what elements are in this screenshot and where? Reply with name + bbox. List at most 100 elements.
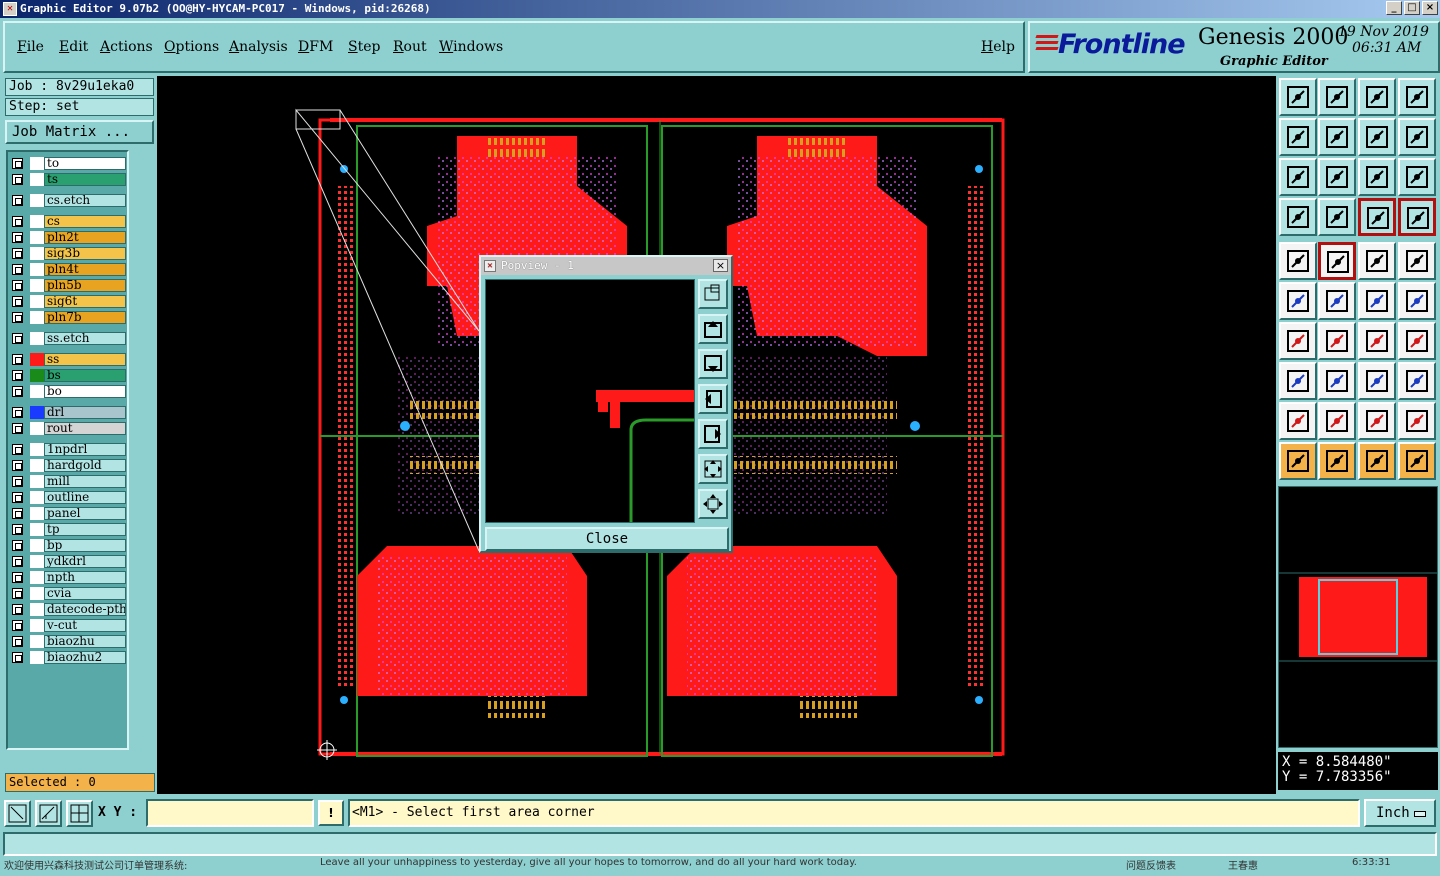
- layer-checkbox[interactable]: [12, 216, 23, 227]
- layer-name[interactable]: rout: [44, 422, 126, 435]
- layer-row[interactable]: cs: [9, 214, 127, 229]
- popview-pan-right-button[interactable]: [698, 419, 728, 449]
- snap-tool[interactable]: [1358, 198, 1396, 236]
- layer-row[interactable]: pln5b: [9, 278, 127, 293]
- menu-step[interactable]: Step: [348, 39, 380, 55]
- layer-checkbox[interactable]: [12, 636, 23, 647]
- popview-close-button[interactable]: Close: [485, 527, 729, 551]
- layer-name[interactable]: sig3b: [44, 247, 126, 260]
- layer-name[interactable]: outline: [44, 491, 126, 504]
- measure-button[interactable]: [35, 800, 62, 827]
- layer-name[interactable]: to: [44, 157, 126, 170]
- scale-tool[interactable]: [1358, 158, 1396, 196]
- layer-name[interactable]: pln7b: [44, 311, 126, 324]
- job-matrix-button[interactable]: Job Matrix ...: [5, 120, 154, 144]
- menu-rout[interactable]: Rout: [393, 39, 427, 55]
- layer-name[interactable]: bs: [44, 369, 126, 382]
- layer-checkbox[interactable]: [12, 264, 23, 275]
- slope-tool[interactable]: [1318, 322, 1356, 360]
- zoom-fit-tool[interactable]: [1318, 158, 1356, 196]
- add-pad-tool[interactable]: [1279, 242, 1317, 280]
- panel-view-tool[interactable]: [1398, 78, 1436, 116]
- layer-name[interactable]: bp: [44, 539, 126, 552]
- popview-pan-down-button[interactable]: [698, 349, 728, 379]
- layer-checkbox[interactable]: [12, 460, 23, 471]
- step-down-tool[interactable]: [1318, 78, 1356, 116]
- layer-prev-tool[interactable]: [1279, 118, 1317, 156]
- layer-row[interactable]: ss: [9, 352, 127, 367]
- move-node-tool[interactable]: [1358, 282, 1396, 320]
- layer-name[interactable]: panel: [44, 507, 126, 520]
- layer-row[interactable]: biaozhu2: [9, 650, 127, 665]
- menu-options[interactable]: Options: [164, 39, 219, 55]
- layer-checkbox[interactable]: [12, 195, 23, 206]
- layer-name[interactable]: biaozhu: [44, 635, 126, 648]
- layer-checkbox[interactable]: [12, 524, 23, 535]
- feature-tool[interactable]: [1398, 322, 1436, 360]
- status-feedback-link[interactable]: 问题反馈表: [1126, 858, 1176, 872]
- layer-row[interactable]: panel: [9, 506, 127, 521]
- layer-checkbox[interactable]: [12, 620, 23, 631]
- layer-checkbox[interactable]: [12, 556, 23, 567]
- layer-checkbox[interactable]: [12, 232, 23, 243]
- layer-name[interactable]: biaozhu2: [44, 651, 126, 664]
- layer-checkbox[interactable]: [12, 370, 23, 381]
- connect-tool[interactable]: [1279, 282, 1317, 320]
- maximize-button[interactable]: □: [1404, 1, 1420, 15]
- layer-row[interactable]: rout: [9, 421, 127, 436]
- layer-checkbox[interactable]: [12, 476, 23, 487]
- layer-name[interactable]: hardgold: [44, 459, 126, 472]
- layer-row[interactable]: to: [9, 156, 127, 171]
- grid-button[interactable]: [66, 800, 93, 827]
- layer-name[interactable]: ts: [44, 173, 126, 186]
- home-tool[interactable]: [1358, 78, 1396, 116]
- layer-checkbox[interactable]: [12, 423, 23, 434]
- layer-checkbox[interactable]: [12, 312, 23, 323]
- grid-tool[interactable]: [1318, 198, 1356, 236]
- layer-row[interactable]: bo: [9, 384, 127, 399]
- layer-row[interactable]: hardgold: [9, 458, 127, 473]
- angle-tool[interactable]: [1279, 322, 1317, 360]
- xy-input[interactable]: [146, 799, 314, 827]
- popview-close-icon[interactable]: ×: [713, 259, 728, 272]
- select-point-tool[interactable]: [1358, 442, 1396, 480]
- popview-zoom-in-button[interactable]: [698, 279, 728, 309]
- layer-name[interactable]: datecode-pth: [44, 603, 126, 616]
- layer-checkbox[interactable]: [12, 248, 23, 259]
- layer-name[interactable]: pln2t: [44, 231, 126, 244]
- layer-name[interactable]: pln5b: [44, 279, 126, 292]
- select-tool[interactable]: [1279, 442, 1317, 480]
- layer-checkbox[interactable]: [12, 444, 23, 455]
- layer-checkbox[interactable]: [12, 296, 23, 307]
- overview-map[interactable]: [1278, 486, 1438, 748]
- layer-checkbox[interactable]: [12, 158, 23, 169]
- layer-checkbox[interactable]: [12, 652, 23, 663]
- units-dropdown[interactable]: Inch: [1364, 799, 1436, 827]
- layer-checkbox[interactable]: [12, 386, 23, 397]
- delete-node-tool[interactable]: [1318, 282, 1356, 320]
- popview-pan-up-button[interactable]: [698, 314, 728, 344]
- layer-name[interactable]: ss.etch: [44, 332, 126, 345]
- add-circle-tool[interactable]: [1398, 242, 1436, 280]
- layer-name[interactable]: pln4t: [44, 263, 126, 276]
- layer-row[interactable]: sig3b: [9, 246, 127, 261]
- layer-name[interactable]: drl: [44, 406, 126, 419]
- minimize-button[interactable]: _: [1386, 1, 1402, 15]
- copy-tool[interactable]: [1398, 362, 1436, 400]
- split-line-tool[interactable]: [1318, 362, 1356, 400]
- layer-row[interactable]: tp: [9, 522, 127, 537]
- layer-row[interactable]: pln4t: [9, 262, 127, 277]
- pad-edit-tool[interactable]: [1279, 362, 1317, 400]
- layer-checkbox[interactable]: [12, 604, 23, 615]
- layer-row[interactable]: bs: [9, 368, 127, 383]
- layer-checkbox[interactable]: [12, 354, 23, 365]
- menu-windows[interactable]: Windows: [439, 39, 503, 55]
- layer-row[interactable]: datecode-pth: [9, 602, 127, 617]
- snap-active-tool[interactable]: [1398, 198, 1436, 236]
- layer-row[interactable]: mill: [9, 474, 127, 489]
- menu-actions[interactable]: Actions: [100, 39, 153, 55]
- bridge-tool[interactable]: [1398, 402, 1436, 440]
- layer-next-tool[interactable]: [1318, 118, 1356, 156]
- add-node-tool[interactable]: [1398, 282, 1436, 320]
- layer-row[interactable]: cvia: [9, 586, 127, 601]
